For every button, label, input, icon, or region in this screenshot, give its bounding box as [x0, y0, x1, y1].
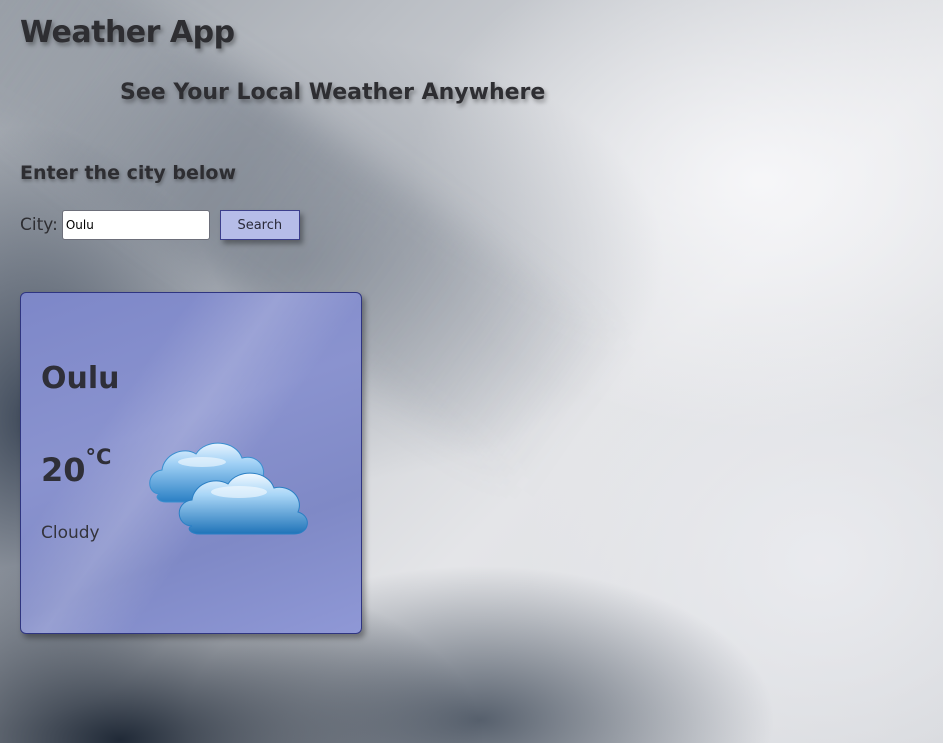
weather-condition: Cloudy	[41, 523, 100, 543]
app-subtitle: See Your Local Weather Anywhere	[120, 80, 546, 105]
weather-card: Oulu 20°C Cloudy	[20, 292, 362, 634]
app-title: Weather App	[20, 15, 235, 50]
temperature-unit: °C	[85, 445, 112, 469]
temperature-value: 20	[41, 451, 86, 489]
city-input[interactable]	[61, 210, 210, 240]
city-prompt: Enter the city below	[20, 162, 237, 184]
weather-city-name: Oulu	[41, 361, 120, 396]
city-label: City:	[20, 215, 58, 235]
temperature-display: 20°C	[41, 445, 111, 489]
cloud-icon	[149, 442, 308, 535]
search-form: City: Search	[20, 208, 300, 242]
search-button[interactable]: Search	[219, 210, 300, 240]
